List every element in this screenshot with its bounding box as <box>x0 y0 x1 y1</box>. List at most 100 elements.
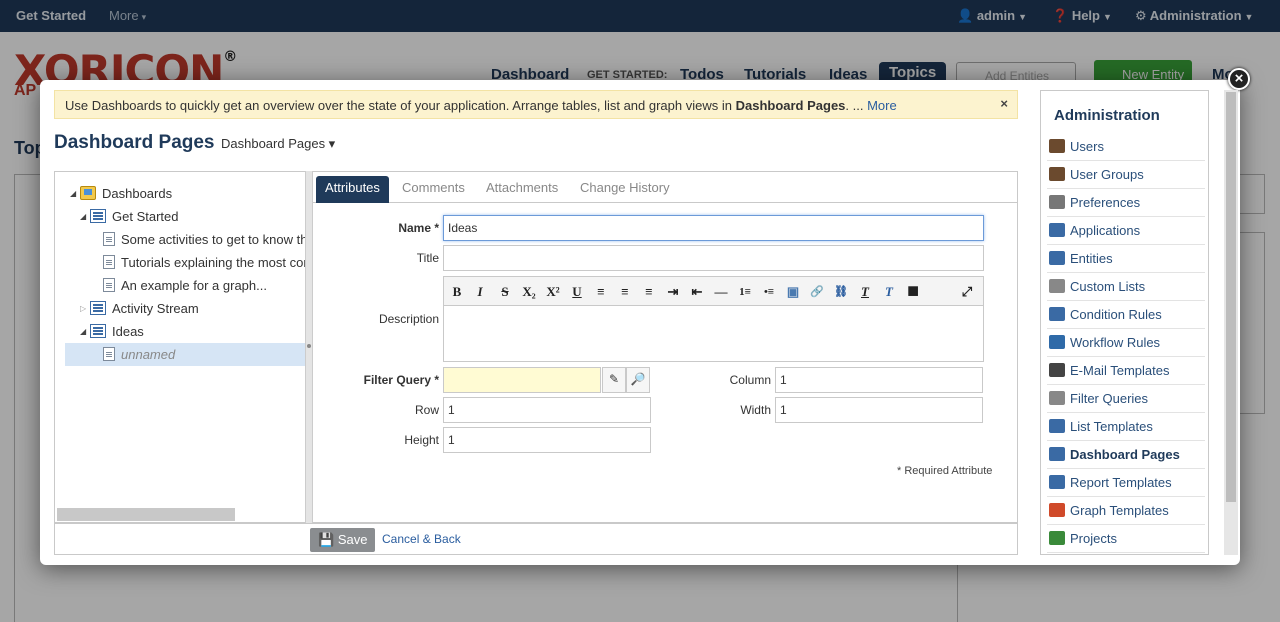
sidebar-item-workflow-rules[interactable]: Workflow Rules <box>1047 329 1205 357</box>
sidebar-item-graph-templates[interactable]: Graph Templates <box>1047 497 1205 525</box>
tree-node-label: Dashboards <box>102 185 173 201</box>
notice-close-icon[interactable]: × <box>1000 96 1008 111</box>
row-label: Row <box>414 403 439 417</box>
tab-comments[interactable]: Comments <box>393 176 474 203</box>
superscript-button[interactable]: X² <box>542 281 564 303</box>
tree-node-page[interactable]: An example for a graph... <box>103 275 267 295</box>
pencil-icon: ✎ <box>608 372 620 386</box>
align-center-button[interactable]: ≡ <box>614 281 636 303</box>
dashboard-icon <box>90 209 106 223</box>
sidebar-item-condition-rules[interactable]: Condition Rules <box>1047 301 1205 329</box>
tab-change-history[interactable]: Change History <box>571 176 679 203</box>
expanded-arrow-icon[interactable]: ◢ <box>80 327 90 336</box>
sidebar-item-dashboard-pages[interactable]: Dashboard Pages <box>1047 441 1205 469</box>
sidebar-item-label: Report Templates <box>1070 475 1172 490</box>
outdent-button[interactable]: ⇤ <box>686 281 708 303</box>
tree-horizontal-scrollbar[interactable] <box>57 508 235 521</box>
expanded-arrow-icon[interactable]: ◢ <box>80 212 90 221</box>
bold-button[interactable]: B <box>446 281 468 303</box>
description-editor[interactable] <box>443 306 984 362</box>
tree-node-activity-stream[interactable]: ▷ Activity Stream <box>80 298 199 318</box>
sidebar-item-projects[interactable]: Projects <box>1047 525 1205 553</box>
sidebar-item-label: List Templates <box>1070 419 1153 434</box>
filter-query-label: Filter Query * <box>363 373 439 387</box>
splitter-grip-icon <box>307 344 311 348</box>
sidebar-item-user-groups[interactable]: User Groups <box>1047 161 1205 189</box>
sidebar-item-label: Workflow Rules <box>1070 335 1161 350</box>
sidebar-item-label: Entities <box>1070 251 1113 266</box>
text-color-button[interactable]: ■ <box>902 281 924 303</box>
underline-button[interactable]: U <box>566 281 588 303</box>
notice-more-link[interactable]: More <box>867 98 897 113</box>
tree-node-label: Activity Stream <box>112 300 199 316</box>
row-input[interactable] <box>443 397 651 423</box>
sidebar-item-entities[interactable]: Entities <box>1047 245 1205 273</box>
unordered-list-button[interactable]: •≡ <box>758 281 780 303</box>
entity-icon <box>1049 251 1065 265</box>
search-filter-query-button[interactable]: 🔎 <box>626 367 650 393</box>
cancel-and-back-link[interactable]: Cancel & Back <box>382 532 461 546</box>
ordered-list-button[interactable]: 1≡ <box>734 281 756 303</box>
name-input[interactable] <box>443 215 984 241</box>
width-input[interactable] <box>775 397 983 423</box>
notice-bold-text: Dashboard Pages <box>735 98 846 113</box>
tree-node-dashboards[interactable]: ◢ Dashboards <box>70 183 172 203</box>
sidebar-item-preferences[interactable]: Preferences <box>1047 189 1205 217</box>
administration-heading: Administration <box>1054 107 1160 124</box>
remove-format-button[interactable]: T <box>854 281 876 303</box>
name-label: Name * <box>398 221 439 235</box>
page-type-dropdown[interactable]: Dashboard Pages ▾ <box>221 136 335 152</box>
sidebar-item-list-templates[interactable]: List Templates <box>1047 413 1205 441</box>
height-label: Height <box>404 433 439 447</box>
sidebar-item-label: User Groups <box>1070 167 1144 182</box>
expanded-arrow-icon[interactable]: ◢ <box>70 189 80 198</box>
tree-node-page[interactable]: Some activities to get to know th <box>103 229 307 249</box>
tree-node-page[interactable]: Tutorials explaining the most cor <box>103 252 308 272</box>
sidebar-item-label: Users <box>1070 139 1104 154</box>
filter-query-icon <box>1049 391 1065 405</box>
sidebar-item-e-mail-templates[interactable]: E-Mail Templates <box>1047 357 1205 385</box>
dashboard-icon <box>1049 447 1065 461</box>
sidebar-item-filter-queries[interactable]: Filter Queries <box>1047 385 1205 413</box>
sidebar-item-custom-lists[interactable]: Custom Lists <box>1047 273 1205 301</box>
strikethrough-button[interactable]: S <box>494 281 516 303</box>
dashboard-icon <box>90 324 106 338</box>
collapsed-arrow-icon[interactable]: ▷ <box>80 304 90 313</box>
sidebar-item-users[interactable]: Users <box>1047 133 1205 161</box>
tab-attributes[interactable]: Attributes <box>316 176 389 203</box>
maximize-editor-button[interactable]: ⤢ <box>956 281 978 303</box>
save-button[interactable]: 💾 Save <box>310 528 375 552</box>
indent-button[interactable]: ⇥ <box>662 281 684 303</box>
width-label: Width <box>740 403 771 417</box>
report-icon <box>1049 475 1065 489</box>
tab-attachments[interactable]: Attachments <box>477 176 567 203</box>
title-label: Title <box>416 251 439 265</box>
tree-node-get-started[interactable]: ◢ Get Started <box>80 206 178 226</box>
workflow-icon <box>1049 335 1065 349</box>
page-icon <box>103 255 115 269</box>
tree-node-unnamed[interactable]: unnamed <box>103 344 175 364</box>
insert-image-button[interactable]: ▣ <box>782 281 804 303</box>
sidebar-item-label: Dashboard Pages <box>1070 447 1180 462</box>
description-label: Description <box>378 312 439 326</box>
column-input[interactable] <box>775 367 983 393</box>
sidebar-vertical-scrollbar[interactable] <box>1224 90 1238 555</box>
filter-query-input[interactable] <box>443 367 601 393</box>
align-right-button[interactable]: ≡ <box>638 281 660 303</box>
edit-filter-query-button[interactable]: ✎ <box>602 367 626 393</box>
subscript-button[interactable]: X₂ <box>518 281 540 303</box>
italic-button[interactable]: I <box>469 281 491 303</box>
clear-styles-button[interactable]: T <box>878 281 900 303</box>
unlink-button[interactable]: ⛓ <box>830 281 852 303</box>
sidebar-item-report-templates[interactable]: Report Templates <box>1047 469 1205 497</box>
tree-node-ideas[interactable]: ◢ Ideas <box>80 321 144 341</box>
align-left-button[interactable]: ≡ <box>590 281 612 303</box>
title-input[interactable] <box>443 245 984 271</box>
insert-link-button[interactable]: 🔗 <box>806 281 828 303</box>
magnifier-icon: 🔎 <box>630 372 646 386</box>
height-input[interactable] <box>443 427 651 453</box>
sidebar-item-applications[interactable]: Applications <box>1047 217 1205 245</box>
horizontal-rule-button[interactable]: — <box>710 281 732 303</box>
close-dialog-button[interactable]: × <box>1228 68 1250 90</box>
tree-selection-highlight <box>65 343 306 366</box>
